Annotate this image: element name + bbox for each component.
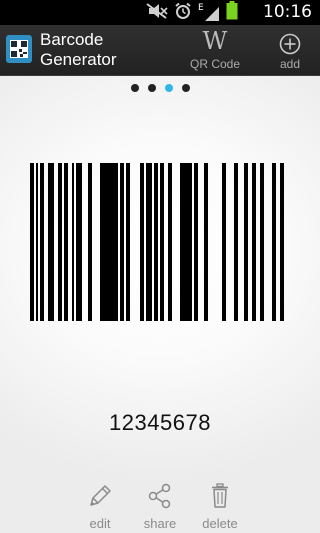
barcode-image[interactable] (30, 163, 290, 325)
action-bar: Barcode Generator W QR Code add (0, 25, 320, 76)
add-label: add (279, 57, 301, 71)
edit-label: edit (89, 516, 111, 531)
edit-button[interactable]: edit (80, 482, 120, 531)
battery-icon (226, 1, 238, 24)
page-dot[interactable] (181, 84, 190, 92)
page-dot[interactable] (147, 84, 156, 92)
status-bar: E 10:16 (0, 0, 320, 25)
status-time: 10:16 (263, 2, 312, 22)
share-icon (146, 483, 174, 514)
share-button[interactable]: share (138, 482, 182, 531)
signal-icon: E (198, 3, 220, 22)
trash-icon (206, 483, 234, 514)
add-button[interactable]: add (270, 25, 310, 75)
status-icons: E (146, 1, 238, 24)
delete-label: delete (202, 516, 238, 531)
app-title-line1: Barcode (40, 30, 104, 49)
qr-code-icon: W (202, 27, 228, 55)
qr-code-button[interactable]: W QR Code (180, 25, 250, 75)
page-dot[interactable] (164, 84, 173, 92)
alarm-icon (174, 2, 192, 24)
app-title: Barcode Generator (40, 30, 160, 70)
app-title-line2: Generator (40, 50, 117, 69)
page-dot[interactable] (130, 84, 139, 92)
app-icon[interactable] (6, 35, 32, 63)
barcode-number: 12345678 (109, 410, 211, 435)
page-indicator (0, 84, 320, 94)
qr-thumbnail-icon (10, 40, 28, 58)
notifications-muted-icon (146, 2, 168, 23)
pencil-icon (86, 485, 114, 514)
qr-code-label: QR Code (189, 57, 241, 71)
share-label: share (143, 516, 177, 531)
delete-button[interactable]: delete (198, 482, 242, 531)
